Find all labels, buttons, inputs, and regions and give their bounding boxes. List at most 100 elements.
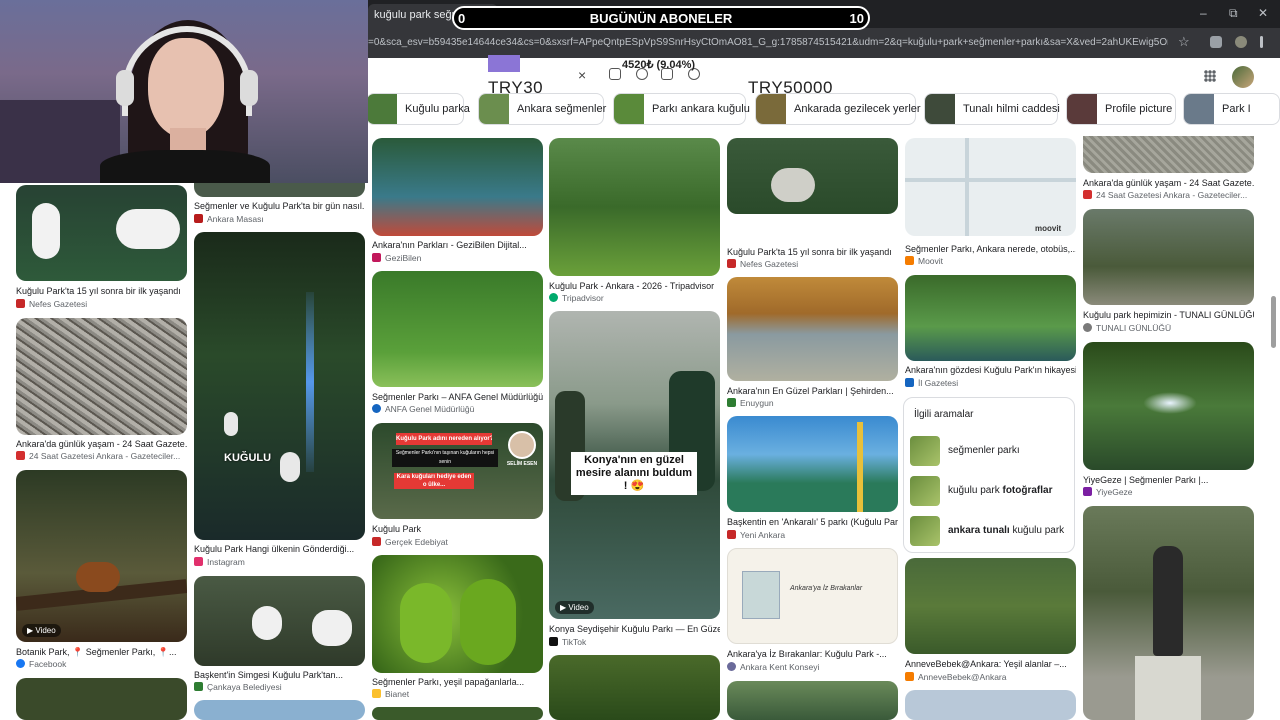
result-title[interactable]: Ankara'da günlük yaşam - 24 Saat Gazete.… bbox=[16, 439, 187, 449]
result-title[interactable]: Seğmenler Parkı, yeşil papağanlarla... bbox=[372, 677, 543, 687]
result-title[interactable]: Başkentin en 'Ankaralı' 5 parkı (Kuğulu … bbox=[727, 517, 898, 527]
result-image[interactable] bbox=[194, 700, 365, 720]
result-card[interactable]: Ankara'nın Parkları - GeziBilen Dijital.… bbox=[372, 138, 543, 264]
result-image[interactable] bbox=[372, 555, 543, 673]
result-source: 24 Saat Gazetesi Ankara - Gazeteciler... bbox=[16, 451, 180, 461]
donation-amount: 4520₺ (9.04%) bbox=[622, 59, 696, 71]
result-title[interactable]: Ankara'nın Parkları - GeziBilen Dijital.… bbox=[372, 240, 543, 250]
result-image[interactable]: moovit bbox=[905, 138, 1076, 236]
result-image[interactable] bbox=[1083, 209, 1254, 305]
result-title[interactable]: Seğmenler Parkı – ANFA Genel Müdürlüğü bbox=[372, 392, 543, 402]
subscriber-overlay: 0 BUGÜNÜN ABONELER 10 bbox=[452, 6, 870, 30]
result-card[interactable]: Ankara'ya İz Bırakanlar Ankara'ya İz Bır… bbox=[727, 548, 898, 674]
result-image[interactable] bbox=[1083, 136, 1254, 173]
chip-profile-picture[interactable]: Profile picture bbox=[1066, 93, 1176, 125]
result-title[interactable]: Kuğulu Park'ta 15 yıl sonra bir ilk yaşa… bbox=[727, 247, 898, 257]
result-image[interactable] bbox=[549, 138, 720, 276]
result-image[interactable] bbox=[1083, 342, 1254, 470]
chip-tunali-hilmi[interactable]: Tunalı hilmi caddesi bbox=[924, 93, 1060, 125]
result-image[interactable] bbox=[727, 416, 898, 512]
result-image[interactable] bbox=[16, 678, 187, 720]
result-image[interactable] bbox=[16, 185, 187, 281]
result-image[interactable]: ▶ Video bbox=[16, 470, 187, 642]
result-image[interactable]: Kuğulu Park adını nereden alıyor? Seğmen… bbox=[372, 423, 543, 519]
result-title[interactable]: Kuğulu park hepimizin - TUNALI GÜNLÜĞÜ bbox=[1083, 310, 1254, 320]
result-card[interactable]: KUĞULU Kuğulu Park Hangi ülkenin Gönderd… bbox=[194, 232, 365, 570]
result-image[interactable] bbox=[727, 681, 898, 720]
result-title[interactable]: Konya Seydişehir Kuğulu Parkı — En Güzel… bbox=[549, 624, 720, 634]
result-image[interactable] bbox=[549, 655, 720, 720]
result-card[interactable]: Kuğulu Park adını nereden alıyor? Seğmen… bbox=[372, 423, 543, 549]
result-card[interactable]: Konya'nın en güzel mesire alanını buldum… bbox=[549, 311, 720, 648]
minimize-icon[interactable]: – bbox=[1200, 6, 1207, 20]
result-title[interactable]: YiyeGeze | Seğmenler Parkı |... bbox=[1083, 475, 1254, 485]
result-image[interactable] bbox=[905, 690, 1076, 720]
result-image[interactable] bbox=[194, 576, 365, 666]
result-image[interactable] bbox=[194, 183, 365, 197]
swan-icon bbox=[32, 203, 60, 259]
result-image[interactable]: KUĞULU bbox=[194, 232, 365, 540]
chip-park[interactable]: Park I bbox=[1183, 93, 1280, 125]
apps-grid-icon[interactable] bbox=[1204, 70, 1216, 82]
menu-icon[interactable] bbox=[1260, 36, 1263, 48]
result-image[interactable]: Ankara'ya İz Bırakanlar bbox=[727, 548, 898, 644]
chip-ankara-segmenler[interactable]: Ankara seğmenler bbox=[478, 93, 606, 125]
result-image[interactable] bbox=[905, 558, 1076, 654]
result-title[interactable]: Başkent'in Simgesi Kuğulu Park'tan... bbox=[194, 670, 365, 680]
result-image[interactable] bbox=[16, 318, 187, 435]
result-card[interactable]: ▶ Video Botanik Park, 📍 Seğmenler Parkı,… bbox=[16, 470, 187, 672]
result-image[interactable] bbox=[372, 138, 543, 236]
result-card[interactable]: Seğmenler Parkı, yeşil papağanlarla... B… bbox=[372, 555, 543, 701]
result-image[interactable]: Konya'nın en güzel mesire alanını buldum… bbox=[549, 311, 720, 619]
result-title[interactable]: Ankara'da günlük yaşam - 24 Saat Gazete.… bbox=[1083, 178, 1254, 188]
result-card[interactable]: Başkentin en 'Ankaralı' 5 parkı (Kuğulu … bbox=[727, 416, 898, 542]
result-card[interactable]: Ankara'da günlük yaşam - 24 Saat Gazete.… bbox=[16, 318, 187, 463]
result-title[interactable]: Seğmenler ve Kuğulu Park'ta bir gün nası… bbox=[194, 201, 365, 211]
scrollbar-thumb[interactable] bbox=[1271, 296, 1276, 348]
result-card[interactable]: Ankara'nın gözdesi Kuğulu Park'ın hikaye… bbox=[905, 275, 1076, 389]
result-image[interactable] bbox=[1083, 506, 1254, 720]
result-card[interactable]: Kuğulu Park'ta 15 yıl sonra bir ilk yaşa… bbox=[16, 185, 187, 310]
result-card[interactable]: YiyeGeze | Seğmenler Parkı |... YiyeGeze bbox=[1083, 342, 1254, 500]
result-title[interactable]: Botanik Park, 📍 Seğmenler Parkı, 📍... bbox=[16, 647, 187, 658]
result-title[interactable]: AnneveBebek@Ankara: Yeşil alanlar –... bbox=[905, 659, 1076, 669]
result-title[interactable]: Ankara'nın gözdesi Kuğulu Park'ın hikaye… bbox=[905, 365, 1076, 375]
result-card[interactable]: AnneveBebek@Ankara: Yeşil alanlar –... A… bbox=[905, 558, 1076, 684]
result-card[interactable]: Seğmenler Parkı – ANFA Genel Müdürlüğü A… bbox=[372, 271, 543, 415]
result-card[interactable]: Kuğulu park hepimizin - TUNALI GÜNLÜĞÜ T… bbox=[1083, 209, 1254, 335]
chip-kugulu-parka[interactable]: Kuğulu parka bbox=[366, 93, 470, 125]
related-search-item[interactable]: ankara tunalı kuğulu park bbox=[910, 516, 1070, 546]
related-search-item[interactable]: seğmenler parkı bbox=[910, 436, 1070, 466]
url-field[interactable]: =0&sca_esv=b59435e14644ce34&cs=0&sxsrf=A… bbox=[368, 37, 1168, 51]
result-image[interactable] bbox=[372, 271, 543, 387]
account-avatar[interactable] bbox=[1232, 66, 1254, 88]
result-image[interactable] bbox=[727, 277, 898, 381]
result-card[interactable]: Kuğulu Park - Ankara - 2026 - Tripadviso… bbox=[549, 138, 720, 304]
result-title[interactable]: Seğmenler Parkı, Ankara nerede, otobüs,.… bbox=[905, 244, 1076, 254]
result-card[interactable]: Seğmenler ve Kuğulu Park'ta bir gün nası… bbox=[194, 183, 365, 225]
result-card[interactable]: Başkent'in Simgesi Kuğulu Park'tan... Ça… bbox=[194, 576, 365, 694]
result-image[interactable] bbox=[727, 138, 898, 214]
result-card[interactable]: moovit Seğmenler Parkı, Ankara nerede, o… bbox=[905, 138, 1076, 268]
result-image[interactable] bbox=[372, 707, 543, 720]
profile-icon[interactable] bbox=[1235, 36, 1247, 48]
result-card[interactable]: Ankara'da günlük yaşam - 24 Saat Gazete.… bbox=[1083, 136, 1254, 202]
bookmark-star-icon[interactable]: ☆ bbox=[1178, 34, 1190, 50]
result-title[interactable]: Kuğulu Park - Ankara - 2026 - Tripadviso… bbox=[549, 281, 720, 291]
close-window-icon[interactable]: ✕ bbox=[1258, 6, 1268, 20]
extension-icon[interactable] bbox=[1210, 36, 1222, 48]
chip-ankarada-gezilecek-yerler[interactable]: Ankarada gezilecek yerler bbox=[755, 93, 921, 125]
result-title[interactable]: Kuğulu Park Hangi ülkenin Gönderdiği... bbox=[194, 544, 365, 554]
related-search-item[interactable]: kuğulu park fotoğraflar bbox=[910, 476, 1070, 506]
result-card[interactable]: Ankara'nın En Güzel Parkları | Şehirden.… bbox=[727, 277, 898, 410]
chip-parki-ankara-kugulu[interactable]: Parkı ankara kuğulu bbox=[613, 93, 750, 125]
result-title[interactable]: Ankara'nın En Güzel Parkları | Şehirden.… bbox=[727, 386, 898, 396]
result-title[interactable]: Kuğulu Park bbox=[372, 524, 543, 534]
result-title[interactable]: Kuğulu Park'ta 15 yıl sonra bir ilk yaşa… bbox=[16, 286, 187, 296]
result-title[interactable]: Ankara'ya İz Bırakanlar: Kuğulu Park -..… bbox=[727, 649, 898, 659]
keyboard-icon[interactable] bbox=[609, 68, 621, 80]
restore-icon[interactable]: ⧉ bbox=[1229, 6, 1238, 21]
result-card[interactable]: Kuğulu Park'ta 15 yıl sonra bir ilk yaşa… bbox=[727, 138, 898, 270]
clear-search-icon[interactable]: × bbox=[578, 67, 586, 83]
result-image[interactable] bbox=[905, 275, 1076, 361]
